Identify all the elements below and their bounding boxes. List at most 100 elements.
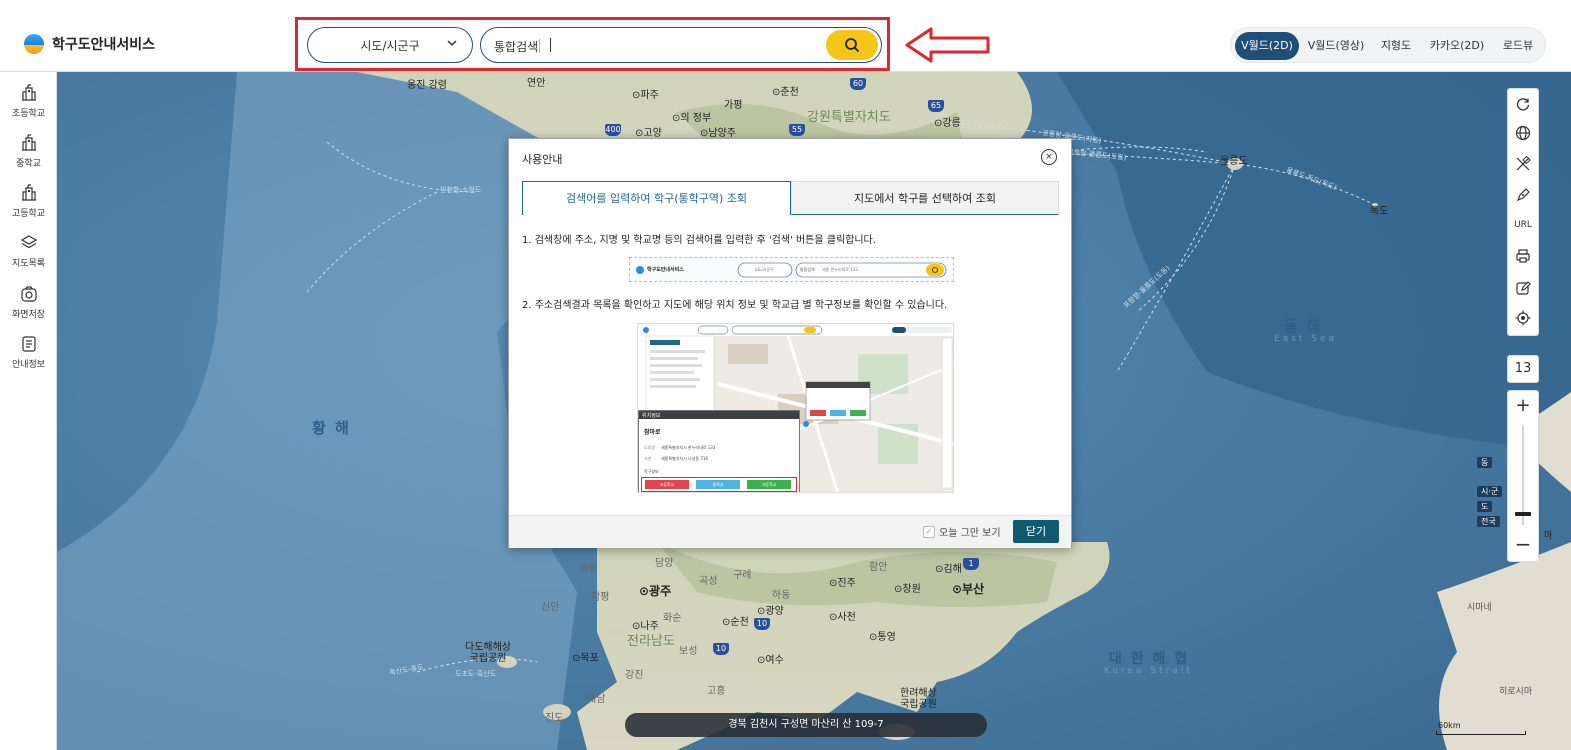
map-label-dadohae: 다도해해상 국립공원	[465, 642, 511, 664]
map-label-gwangju: ⊙광주	[639, 584, 672, 598]
tab-select-on-map[interactable]: 지도에서 학구를 선택하여 조회	[791, 181, 1059, 215]
preview-lot-tag: 지번	[644, 456, 652, 461]
map-label-shimane: 시마네	[1467, 603, 1492, 613]
preview-search-label: 통합검색	[800, 267, 815, 272]
url-button[interactable]: URL	[1512, 214, 1534, 236]
zoom-slider-track[interactable]	[1522, 425, 1524, 525]
measure-button[interactable]	[1512, 153, 1534, 175]
map-label-gangneung: ⊙강릉	[934, 118, 961, 129]
document-icon	[22, 336, 36, 352]
edit-button[interactable]	[1512, 277, 1534, 299]
map-label-yeonan: 연안	[527, 78, 546, 89]
preview-panel-title: 위치정보	[642, 413, 661, 419]
preview-search-value: 세종 한누리대로 133	[822, 267, 858, 272]
map-label-haman: 함안	[869, 562, 888, 573]
logo[interactable]: 학구도안내서비스	[24, 32, 155, 56]
close-icon[interactable]: ×	[1041, 149, 1057, 165]
map-label-hiroshima: 히로시마	[1499, 687, 1533, 697]
sidebar-item-map-list[interactable]: 지도목록	[0, 234, 57, 282]
map-label-suncheon: ⊙순천	[722, 617, 749, 628]
draw-button[interactable]	[1512, 184, 1534, 206]
map-label-goheung: 고흥	[707, 686, 726, 697]
map-label-yeosu: ⊙여수	[757, 655, 784, 666]
map-label-hallyeo: 한려해상 국립공원	[900, 688, 937, 710]
map-label-damyang: 담양	[655, 558, 674, 569]
zoom-level-indicator: 13	[1507, 355, 1539, 383]
dont-show-today-checkbox[interactable]: ✓ 오늘 그만 보기	[923, 524, 1001, 539]
scale-label: 60km	[1438, 721, 1461, 730]
zoom-slider-handle[interactable]	[1515, 512, 1531, 516]
result-preview-image: 위치정보 참마로 도로명 세종특별자치시 한누리대로 133 지번 세종특별자치…	[637, 323, 954, 493]
locate-button[interactable]	[1512, 307, 1534, 329]
highway-shield: 65	[928, 100, 944, 112]
tab-vworld-satellite[interactable]: V월드(영상)	[1303, 32, 1369, 60]
map-label-namyangju: ⊙남양주	[700, 128, 736, 139]
layers-icon	[20, 235, 38, 249]
map-label-yeonggwang: 영광	[579, 564, 598, 575]
preview-school-info: 학구정보	[644, 469, 659, 474]
tab-kakao-2d[interactable]: 카카오(2D)	[1423, 32, 1491, 60]
zoom-tag-do[interactable]: 도	[1477, 501, 1493, 512]
tab-search-by-keyword[interactable]: 검색어를 입력하여 학구(통학구역) 조회	[522, 181, 791, 215]
map-label-ganghwa: 옹진 강령	[407, 80, 447, 91]
sidebar-item-label: 고등학교	[11, 209, 46, 219]
logo-icon	[24, 34, 44, 54]
map-edge-label: 마	[1544, 531, 1553, 541]
sidebar-item-label: 중학교	[16, 159, 41, 169]
print-button[interactable]	[1512, 245, 1534, 267]
close-button[interactable]: 닫기	[1013, 520, 1059, 543]
text-caret	[550, 38, 551, 52]
tab-roadview[interactable]: 로드뷰	[1495, 32, 1541, 60]
tab-vworld-2d[interactable]: V월드(2D)	[1235, 32, 1299, 60]
map-label-mokpo: ⊙목포	[572, 653, 599, 664]
tab-topographic[interactable]: 지형도	[1373, 32, 1419, 60]
school-icon	[22, 134, 36, 151]
search-scope-label[interactable]: 통합검색	[494, 38, 538, 55]
region-select[interactable]: 시도/시군구	[307, 27, 473, 63]
preview-high-button: 고등학교	[747, 480, 791, 489]
sidebar-item-screen-save[interactable]: 화면저장	[0, 285, 57, 333]
search-divider	[539, 39, 540, 53]
scale-bar-line	[1436, 731, 1526, 735]
map-label-route-dochodo: 도초도-흑산도	[455, 670, 497, 678]
refresh-button[interactable]	[1512, 93, 1534, 115]
school-icon	[22, 84, 36, 101]
zoom-out-button[interactable]: −	[1508, 531, 1538, 557]
sidebar-item-guide[interactable]: 안내정보	[0, 335, 57, 383]
search-input[interactable]	[547, 35, 821, 57]
school-icon	[22, 184, 36, 201]
url-label: URL	[1514, 220, 1532, 230]
globe-button[interactable]	[1512, 122, 1534, 144]
basemap-toggle: V월드(2D) V월드(영상) 지형도 카카오(2D) 로드뷰	[1230, 27, 1546, 63]
zoom-tag-dong[interactable]: 동	[1477, 457, 1493, 468]
region-select-label: 시도/시군구	[360, 38, 420, 53]
map-scale-bar: 60km	[1436, 721, 1526, 735]
map-label-gangjin: 강진	[625, 670, 644, 681]
map-label-gimhae: ⊙김해	[935, 564, 962, 575]
sidebar-item-high[interactable]: 고등학교	[0, 184, 57, 232]
highway-shield: 10	[713, 643, 729, 655]
map-label-gwangyang: ⊙광양	[757, 606, 784, 617]
refresh-icon	[1516, 98, 1530, 111]
zoom-tag-sigun[interactable]: 시·군	[1477, 486, 1503, 497]
preview-road-address: 세종특별자치시 한누리대로 133	[661, 445, 716, 450]
guide-step-1: 1. 검색창에 주소, 지명 및 학교명 등의 검색어를 입력한 후 '검색' …	[522, 235, 876, 246]
globe-icon	[1515, 125, 1531, 141]
search-button[interactable]	[826, 30, 878, 60]
zoom-in-button[interactable]: +	[1508, 393, 1538, 419]
print-icon	[1516, 249, 1530, 263]
draw-icon	[1516, 188, 1530, 202]
zoom-tag-nationwide[interactable]: 전국	[1477, 516, 1500, 527]
dont-show-today-label: 오늘 그만 보기	[939, 528, 1001, 539]
map-label-boseong: 보성	[679, 646, 698, 657]
sidebar-item-middle[interactable]: 중학교	[0, 134, 57, 182]
measure-icon	[1516, 156, 1531, 171]
map-label-sinan: 신안	[541, 602, 560, 613]
map-label-busan: ⊙부산	[952, 582, 985, 596]
map-label-yellow-sea: 황 해	[312, 419, 351, 437]
sidebar-item-elementary[interactable]: 초등학교	[0, 84, 57, 132]
map-label-hadong: 하동	[772, 590, 791, 601]
map-label-gokseong: 곡성	[699, 576, 718, 587]
map-label-yellow-sea-en: Yellow Sea	[291, 436, 369, 446]
map-label-paju: ⊙파주	[632, 90, 659, 101]
